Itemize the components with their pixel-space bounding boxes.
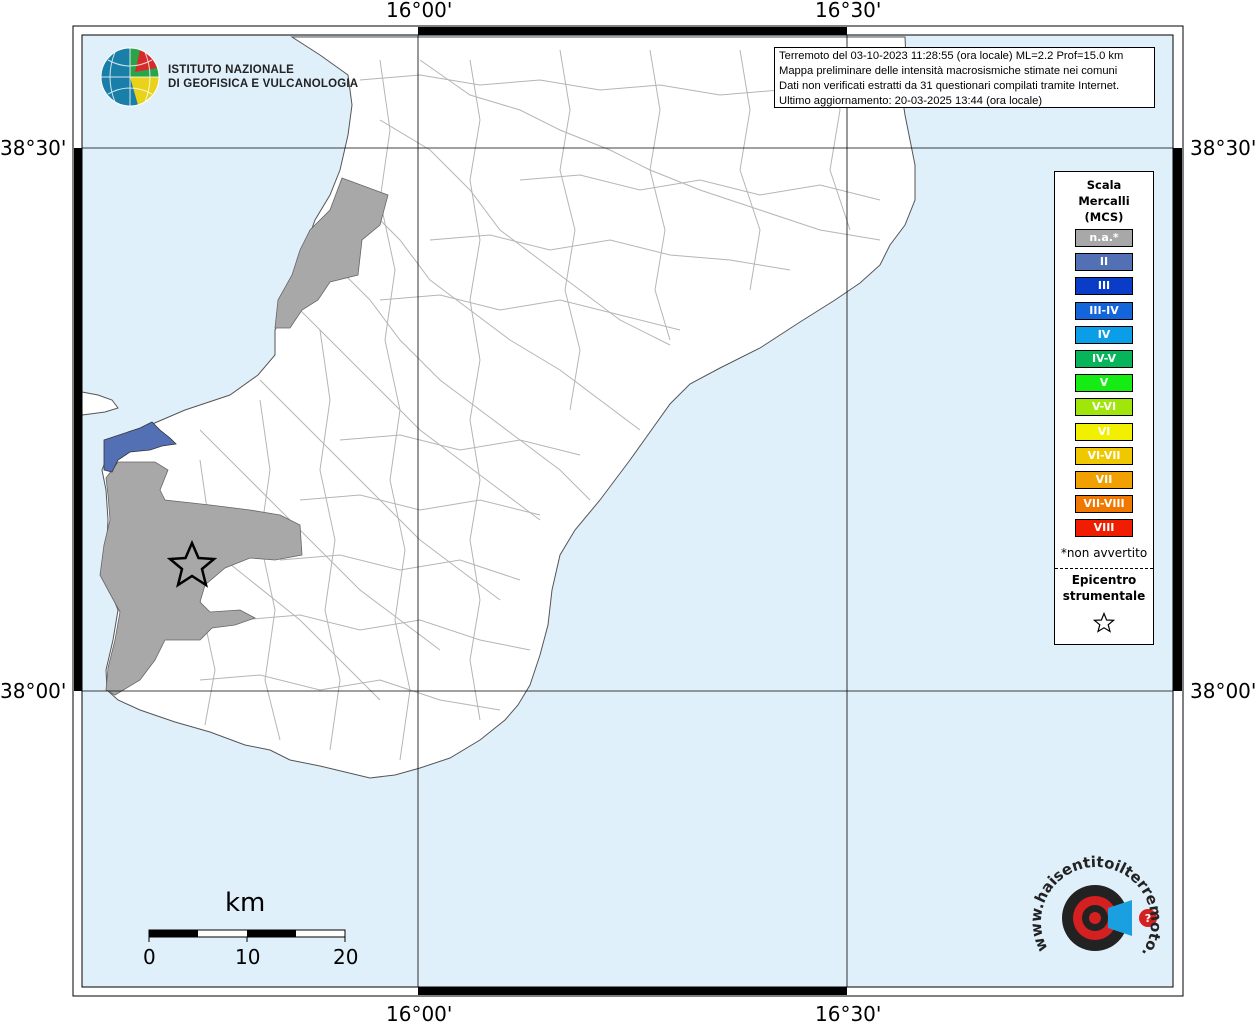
legend-item: VI-VII	[1075, 446, 1133, 465]
legend-epicenter-line1: Epicentro	[1071, 573, 1137, 587]
coord-right-lat-2: 38°00'	[1190, 679, 1256, 703]
coord-bottom-lon-1: 16°00'	[386, 1002, 453, 1026]
scale-bar-tick-20: 20	[333, 945, 359, 969]
legend-star-icon	[1093, 612, 1115, 633]
legend-item: II	[1075, 253, 1133, 272]
coord-bottom-lon-2: 16°30'	[815, 1002, 882, 1026]
ingv-logo-line2: DI GEOFISICA E VULCANOLOGIA	[168, 78, 359, 90]
legend-item: n.a.*	[1075, 229, 1133, 247]
legend-item: VII-VIII	[1075, 495, 1133, 514]
coord-right-lat-1: 38°30'	[1190, 136, 1256, 160]
legend-epicenter-line2: strumentale	[1062, 589, 1146, 603]
legend-item: VII	[1075, 471, 1133, 489]
event-info-line2: Mappa preliminare delle intensità macros…	[779, 65, 1118, 77]
legend-separator	[1055, 568, 1153, 569]
legend-title-line2: Mercalli	[1078, 194, 1130, 208]
legend-item: V	[1075, 374, 1133, 393]
coord-top-lon-1: 16°00'	[386, 0, 453, 22]
legend-item: IV	[1075, 325, 1133, 344]
legend-item: VIII	[1075, 519, 1133, 538]
legend-item: V-VI	[1075, 398, 1133, 417]
scale-bar-unit: km	[225, 888, 266, 918]
event-info-box: Terremoto del 03-10-2023 11:28:55 (ora l…	[774, 47, 1155, 108]
intensity-legend: Scala Mercalli (MCS) n.a.* II III III-IV IV I…	[1054, 171, 1154, 645]
coord-left-lat-1: 38°30'	[0, 136, 67, 160]
legend-title-line3: (MCS)	[1084, 210, 1124, 224]
coord-top-lon-2: 16°30'	[815, 0, 882, 22]
coord-left-lat-2: 38°00'	[0, 679, 67, 703]
legend-title-line1: Scala	[1086, 178, 1122, 192]
event-info-line4: Ultimo aggiornamento: 20-03-2025 13:44 (…	[779, 95, 1043, 107]
legend-item: IV-V	[1075, 350, 1133, 368]
legend-item: VI	[1075, 422, 1133, 441]
event-info-line3: Dati non verificati estratti da 31 quest…	[779, 80, 1120, 92]
legend-item: III	[1075, 277, 1133, 296]
scale-bar-tick-0: 0	[143, 945, 156, 969]
ingv-globe-icon	[100, 47, 160, 107]
ingv-logo-line1: ISTITUTO NAZIONALE	[168, 64, 295, 76]
scale-bar-tick-10: 10	[235, 945, 261, 969]
event-info-line1: Terremoto del 03-10-2023 11:28:55 (ora l…	[779, 50, 1124, 62]
legend-note: *non avvertito	[1060, 546, 1148, 560]
legend-item: III-IV	[1075, 301, 1133, 320]
